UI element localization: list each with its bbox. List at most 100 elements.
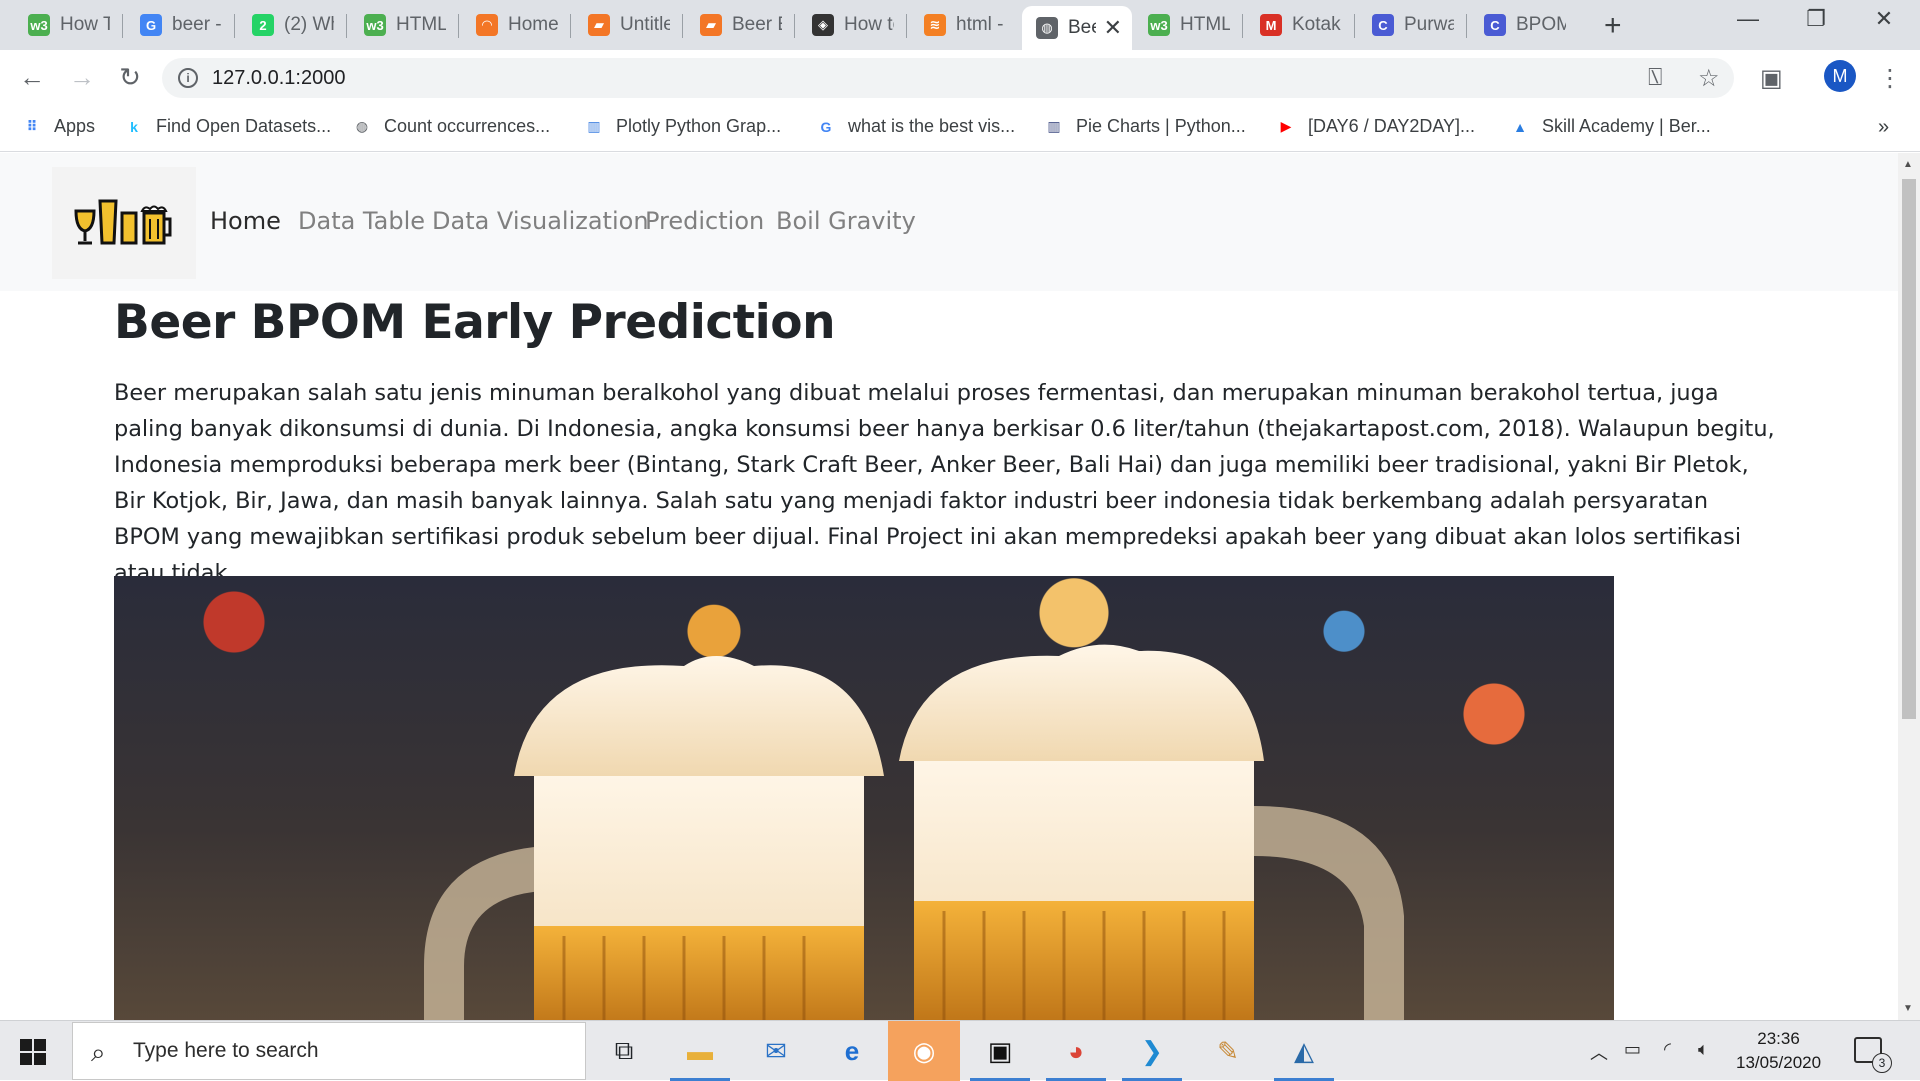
plotly-icon: ▥	[1047, 118, 1061, 134]
browser-tab[interactable]: w3 HTML	[1134, 6, 1240, 44]
taskbar-search-input[interactable]: ⌕ Type here to search	[72, 1022, 586, 1080]
scroll-up-arrow-icon[interactable]: ▲	[1903, 159, 1913, 170]
browser-tab[interactable]: Gbeer -	[126, 6, 232, 44]
kaggle-icon: k	[130, 118, 138, 135]
nav-data-table[interactable]: Data Table	[298, 207, 425, 235]
google-icon: G	[820, 118, 832, 135]
bookmark-item[interactable]: ▥ Pie Charts | Python...	[1044, 116, 1246, 137]
vscode-icon[interactable]: ❯	[1132, 1031, 1172, 1071]
tab-separator	[234, 14, 235, 38]
scroll-down-arrow-icon[interactable]: ▼	[1903, 1003, 1913, 1014]
bookmark-star-icon[interactable]: ☆	[1698, 64, 1720, 93]
task-view-icon[interactable]: ⧉	[604, 1031, 644, 1071]
beer-logo[interactable]	[52, 167, 196, 279]
tab-title: html -	[956, 14, 1004, 35]
close-window-button[interactable]: ✕	[1864, 6, 1904, 32]
mail-icon[interactable]: ✉	[756, 1031, 796, 1071]
bookmark-item[interactable]: ▶ [DAY6 / DAY2DAY]...	[1276, 116, 1475, 137]
bookmark-item[interactable]: ▲ Skill Academy | Ber...	[1510, 116, 1711, 137]
terminal-icon[interactable]: ▣	[980, 1031, 1020, 1071]
tab-separator	[1354, 14, 1355, 38]
tab-separator	[570, 14, 571, 38]
page-title: Beer BPOM Early Prediction	[114, 295, 836, 350]
bookmark-label: Pie Charts | Python...	[1076, 116, 1246, 136]
tab-separator	[906, 14, 907, 38]
volume-icon[interactable]: 🔈︎	[1698, 1039, 1709, 1060]
tab-separator	[122, 14, 123, 38]
browser-tab[interactable]: C BPOM	[1470, 6, 1576, 44]
bookmark-item[interactable]: Gwhat is the best vis...	[816, 116, 1016, 137]
chrome-icon[interactable]: ◕	[1056, 1031, 1096, 1071]
more-bookmarks-icon[interactable]: »	[1878, 116, 1889, 139]
menu-icon[interactable]: ⋮	[1878, 64, 1902, 93]
notebook-icon: ▰	[700, 14, 722, 36]
w3-icon: w3	[364, 14, 386, 36]
google-icon: G	[140, 14, 162, 36]
browser-tab[interactable]: ◈ How tc	[798, 6, 904, 44]
system-clock[interactable]: 23:36 13/05/2020	[1736, 1027, 1821, 1075]
bookmark-item[interactable]: ▥ Plotly Python Grap...	[584, 116, 781, 137]
notification-count-badge: 3	[1872, 1053, 1892, 1073]
tab-separator	[458, 14, 459, 38]
bookmark-item[interactable]: ⠿ Apps	[22, 116, 96, 137]
snipping-tool-icon[interactable]: ◉	[888, 1021, 960, 1081]
beer-mugs-illustration	[424, 644, 1404, 1020]
browser-tab[interactable]: ◍ Bee ✕	[1022, 6, 1132, 50]
bookmark-label: Find Open Datasets...	[156, 116, 332, 136]
minimize-button[interactable]: —	[1728, 6, 1768, 32]
wifi-icon[interactable]: ◜	[1664, 1039, 1671, 1060]
edge-icon[interactable]: e	[832, 1031, 872, 1071]
browser-tab[interactable]: w3 How T	[14, 6, 120, 44]
reload-button[interactable]: ↻	[114, 62, 146, 93]
gmail-icon: M	[1260, 14, 1282, 36]
browser-tab[interactable]: 2 (2) Wh	[238, 6, 344, 44]
bookmark-item[interactable]: ◍ Count occurrences...	[352, 116, 550, 137]
forward-button[interactable]: →	[66, 62, 98, 93]
nav-prediction[interactable]: Prediction	[645, 207, 764, 235]
paint-icon[interactable]: ✎	[1208, 1031, 1248, 1071]
tab-title: How T	[60, 14, 110, 35]
url-text: 127.0.0.1:2000	[212, 66, 346, 89]
show-hidden-icons-chevron-icon[interactable]: ︿	[1590, 1039, 1608, 1065]
tab-title: (2) Wh	[284, 14, 334, 35]
skill-academy-icon: ▲	[1513, 118, 1527, 135]
windows-taskbar: ⌕ Type here to search ⧉ ▬ ✉ e ◉ ▣ ◕ ❯ ✎ …	[0, 1020, 1920, 1081]
address-bar[interactable]: i 127.0.0.1:2000	[162, 58, 1734, 98]
back-button[interactable]: ←	[16, 62, 48, 93]
site-info-icon[interactable]: i	[178, 68, 198, 88]
bookmark-label: Skill Academy | Ber...	[1542, 116, 1711, 136]
tab-separator	[682, 14, 683, 38]
browser-tab[interactable]: ▰ Untitle	[574, 6, 680, 44]
windows-start-icon[interactable]	[20, 1039, 46, 1065]
mysql-workbench-icon[interactable]: ◭	[1284, 1031, 1324, 1071]
nav-home[interactable]: Home	[210, 207, 281, 235]
page-scrollbar[interactable]: ▲ ▼	[1898, 153, 1920, 1020]
search-placeholder: Type here to search	[133, 1039, 319, 1062]
close-tab-icon[interactable]: ✕	[1104, 15, 1122, 41]
tab-title: How tc	[844, 14, 894, 35]
restore-button[interactable]: ❐	[1796, 6, 1836, 32]
browser-tab[interactable]: ◠ Home	[462, 6, 568, 44]
canva-icon: C	[1372, 14, 1394, 36]
extension-icon[interactable]: ▣	[1760, 64, 1783, 93]
bookmark-label: [DAY6 / DAY2DAY]...	[1308, 116, 1476, 136]
w3-icon: w3	[28, 14, 50, 36]
browser-tab[interactable]: w3 HTML	[350, 6, 456, 44]
browser-tab[interactable]: ≋ html -	[910, 6, 1016, 44]
bookmark-label: Apps	[54, 116, 96, 136]
w3-icon: w3	[1148, 14, 1170, 36]
tab-title: HTML	[1180, 14, 1230, 35]
browser-tab[interactable]: C Purwa	[1358, 6, 1464, 44]
battery-icon[interactable]: ▭	[1624, 1039, 1641, 1060]
translate-icon[interactable]: ⍂	[1648, 64, 1662, 92]
file-explorer-icon[interactable]: ▬	[680, 1031, 720, 1071]
browser-tab[interactable]: ▰ Beer E	[686, 6, 792, 44]
nav-boil-gravity[interactable]: Boil Gravity	[776, 207, 916, 235]
whatsapp-icon: 2	[252, 14, 274, 36]
browser-tab[interactable]: M Kotak	[1246, 6, 1352, 44]
bookmark-item[interactable]: k Find Open Datasets...	[124, 116, 331, 137]
scroll-thumb[interactable]	[1902, 179, 1916, 719]
profile-avatar[interactable]: M	[1824, 60, 1856, 92]
new-tab-button[interactable]: +	[1604, 9, 1622, 43]
nav-data-visualization[interactable]: Data Visualization	[432, 207, 649, 235]
